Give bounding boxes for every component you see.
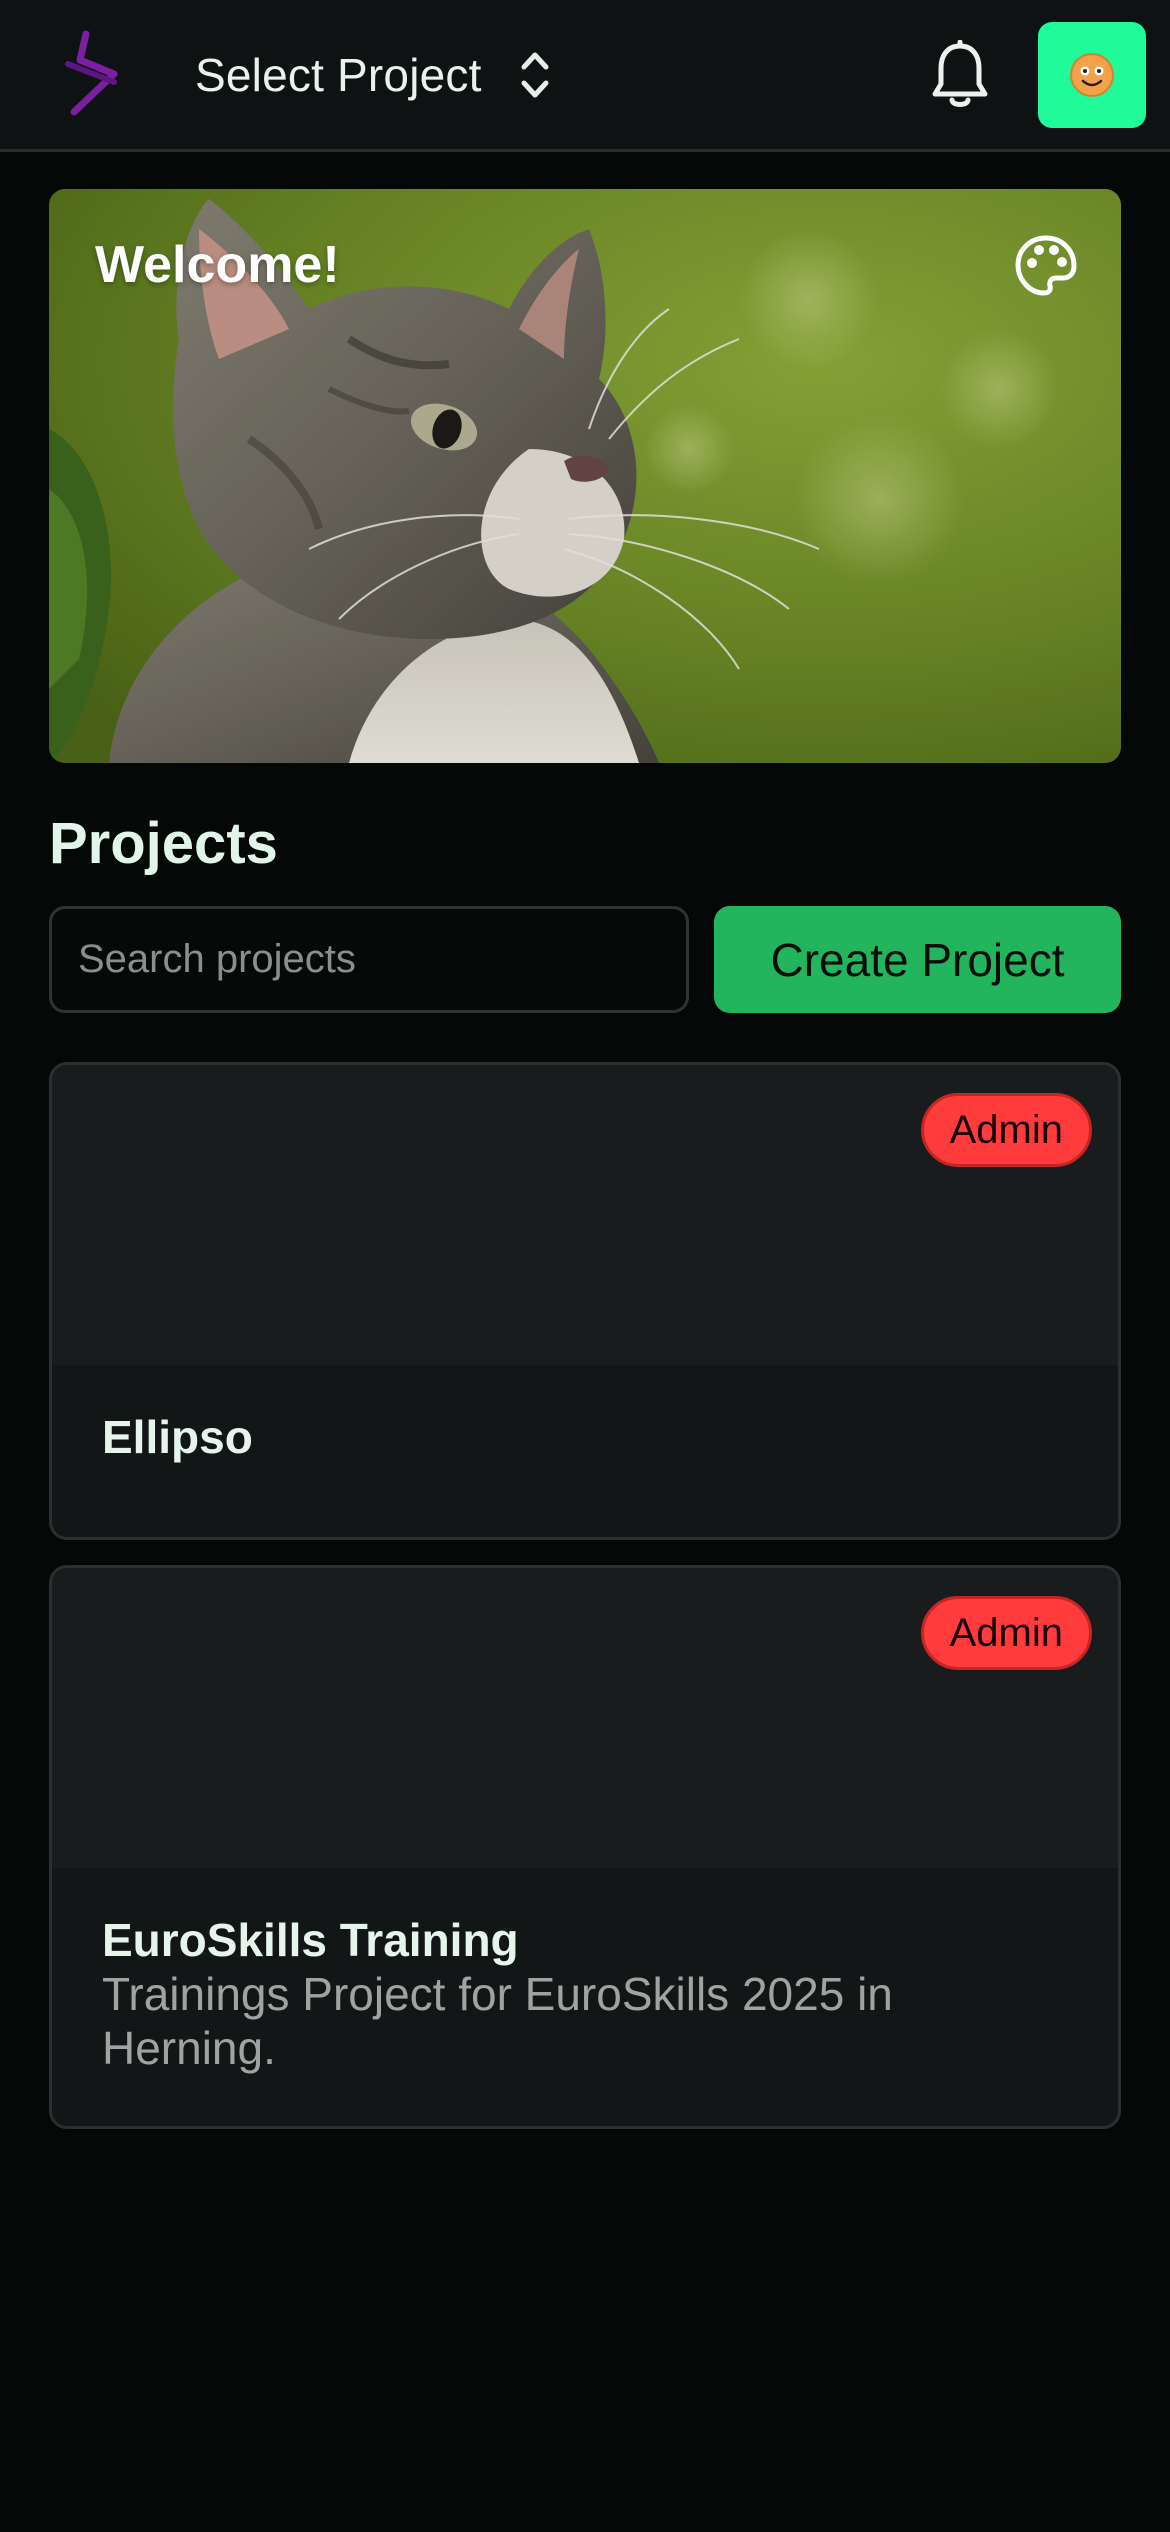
project-card-title: EuroSkills Training xyxy=(102,1914,519,1966)
project-card-euroskills[interactable]: Admin EuroSkills Training Trainings Proj… xyxy=(49,1565,1121,2129)
role-badge: Admin xyxy=(920,1093,1092,1167)
palette-icon[interactable] xyxy=(1013,233,1079,299)
projects-heading: Projects xyxy=(49,811,278,876)
welcome-title: Welcome! xyxy=(95,236,340,294)
chevron-up-down-icon xyxy=(521,52,549,98)
bell-icon[interactable] xyxy=(930,40,990,112)
project-card-body: EuroSkills Training Trainings Project fo… xyxy=(102,1913,1078,2075)
top-bar: Select Project xyxy=(0,0,1170,152)
project-selector-label: Select Project xyxy=(195,49,482,101)
welcome-banner: Welcome! xyxy=(49,189,1121,763)
project-card-ellipso[interactable]: Admin Ellipso xyxy=(49,1062,1121,1540)
create-project-button[interactable]: Create Project xyxy=(714,906,1121,1013)
project-card-body: Ellipso xyxy=(102,1410,1078,1465)
role-badge: Admin xyxy=(920,1596,1092,1670)
smiley-avatar-icon xyxy=(1070,53,1114,97)
project-selector[interactable]: Select Project xyxy=(195,40,552,110)
project-card-description: Trainings Project for EuroSkills 2025 in… xyxy=(102,1968,893,2074)
search-projects-input[interactable] xyxy=(49,906,689,1013)
user-avatar-button[interactable] xyxy=(1038,22,1146,128)
project-card-title: Ellipso xyxy=(102,1411,253,1463)
app-logo[interactable] xyxy=(58,30,130,116)
